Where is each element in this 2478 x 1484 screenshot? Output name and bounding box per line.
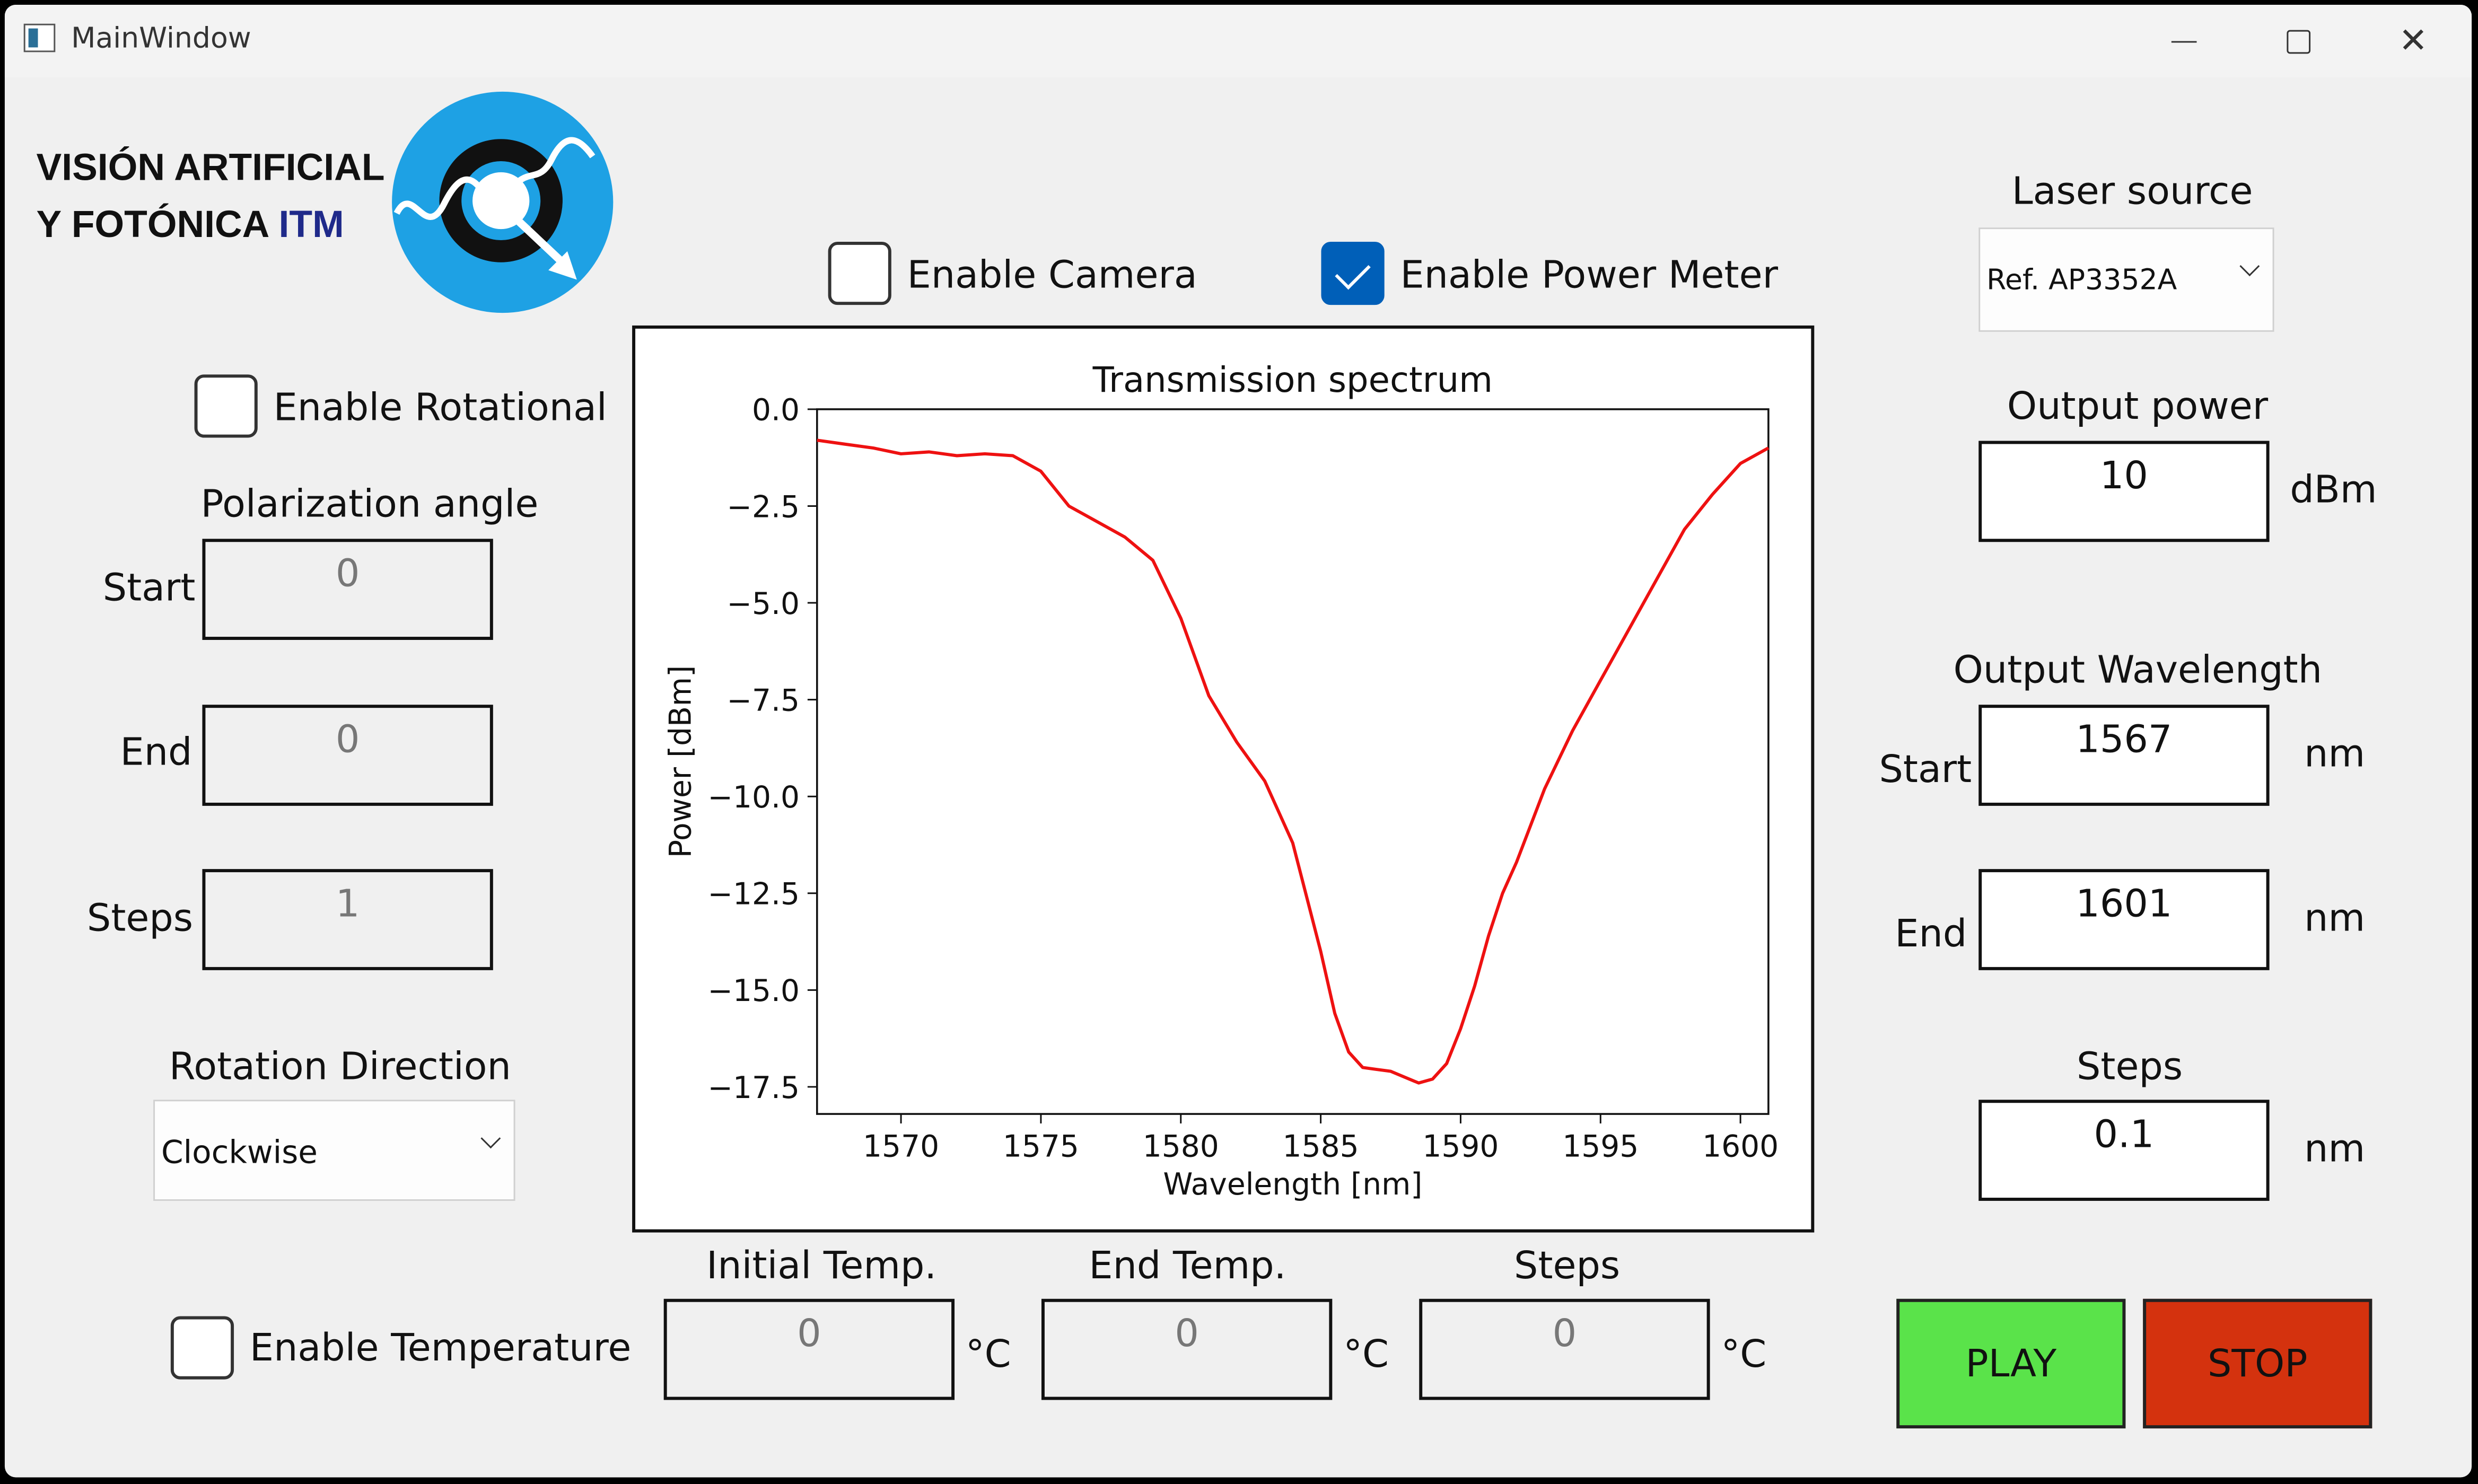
output-power-label: Output power	[2007, 384, 2269, 428]
y-axis-label: Power [dBm]	[663, 665, 698, 858]
end-temp-field[interactable]: 0	[1041, 1298, 1333, 1400]
enable-rotational-label: Enable Rotational	[273, 385, 607, 430]
x-axis-label: Wavelength [nm]	[1163, 1167, 1422, 1202]
temp-steps-field[interactable]: 0	[1419, 1298, 1710, 1400]
end-temp-label: End Temp.	[1089, 1243, 1286, 1288]
logo-line-2: Y FOTÓNICA ITM	[37, 198, 385, 254]
minimize-icon	[2171, 40, 2197, 42]
enable-rotational-checkbox[interactable]	[194, 374, 258, 438]
logo-accent: ITM	[278, 204, 344, 247]
stage: MainWindow ✕ VISIÓN ARTIFICIAL Y FOTÓNIC…	[0, 0, 2478, 1483]
wavelength-steps-label: Steps	[2077, 1044, 2183, 1089]
x-tick-label: 1600	[1702, 1129, 1779, 1164]
y-tick-label: −7.5	[727, 683, 800, 718]
close-icon: ✕	[2398, 21, 2428, 61]
enable-temperature-label: Enable Temperature	[249, 1325, 632, 1370]
output-power-field[interactable]: 10	[1978, 441, 2270, 542]
y-tick-label: −10.0	[708, 780, 800, 815]
rotation-direction-label: Rotation Direction	[169, 1044, 511, 1089]
rotation-direction-value: Clockwise	[161, 1132, 318, 1171]
transmission-spectrum-chart: 1570 1575 1580 1585 1590 1595 1600 0.0 −2.5 −5.0 −…	[663, 360, 1779, 1202]
y-tick-label: −15.0	[708, 973, 800, 1008]
close-button[interactable]: ✕	[2357, 5, 2471, 77]
initial-temp-field[interactable]: 0	[663, 1298, 955, 1400]
enable-camera-checkbox[interactable]	[828, 241, 891, 305]
plot-canvas: 1570 1575 1580 1585 1590 1595 1600 0.0 −2.5 −5.0 −…	[632, 325, 1815, 1233]
logo-text: VISIÓN ARTIFICIAL Y FOTÓNICA ITM	[37, 141, 385, 254]
stop-button[interactable]: STOP	[2143, 1298, 2372, 1429]
laser-source-value: Ref. AP3352A	[1986, 264, 2177, 297]
enable-camera-label: Enable Camera	[907, 252, 1197, 297]
x-tick-label: 1585	[1283, 1129, 1359, 1164]
enable-power-meter-label: Enable Power Meter	[1400, 252, 1779, 297]
logo-line-2-prefix: Y FOTÓNICA	[36, 204, 279, 247]
chart-title: Transmission spectrum	[1092, 360, 1493, 400]
polarization-steps-field[interactable]: 1	[202, 869, 493, 970]
wavelength-start-field[interactable]: 1567	[1978, 705, 2270, 806]
enable-power-meter-checkbox[interactable]	[1321, 241, 1385, 305]
chevron-down-icon	[480, 1128, 501, 1149]
initial-temp-unit: °C	[965, 1332, 1011, 1376]
laser-source-label: Laser source	[2011, 169, 2253, 214]
laser-source-select[interactable]: Ref. AP3352A	[1978, 227, 2274, 332]
temp-steps-label: Steps	[1514, 1243, 1621, 1288]
wavelength-steps-field[interactable]: 0.1	[1978, 1100, 2270, 1201]
logo-emblem-icon	[392, 91, 614, 313]
y-tick-label: −12.5	[708, 877, 800, 912]
wavelength-steps-unit: nm	[2304, 1126, 2366, 1171]
maximize-button[interactable]	[2241, 5, 2355, 77]
rotation-direction-select[interactable]: Clockwise	[153, 1100, 515, 1201]
polarization-angle-title: Polarization angle	[200, 481, 539, 526]
wavelength-end-unit: nm	[2304, 895, 2366, 941]
app-icon	[23, 23, 56, 52]
x-tick-label: 1595	[1562, 1129, 1639, 1164]
polarization-start-field[interactable]: 0	[202, 539, 493, 640]
wavelength-start-label: Start	[1879, 747, 1972, 792]
x-tick-label: 1590	[1422, 1129, 1499, 1164]
logo-line-1: VISIÓN ARTIFICIAL	[36, 147, 385, 190]
minimize-button[interactable]	[2127, 5, 2241, 77]
series-line	[817, 438, 1770, 1085]
enable-temperature-checkbox[interactable]	[170, 1316, 234, 1380]
polarization-start-label: Start	[102, 565, 196, 610]
y-tick-label: −5.0	[727, 586, 800, 621]
play-button[interactable]: PLAY	[1896, 1298, 2126, 1429]
x-tick-label: 1570	[863, 1129, 939, 1164]
polarization-end-label: End	[120, 730, 192, 775]
wavelength-start-unit: nm	[2304, 731, 2366, 776]
wavelength-end-field[interactable]: 1601	[1978, 869, 2270, 970]
title-bar: MainWindow ✕	[4, 4, 2472, 78]
y-tick-label: 0.0	[752, 393, 800, 428]
output-power-unit: dBm	[2290, 468, 2377, 512]
initial-temp-label: Initial Temp.	[706, 1243, 937, 1288]
x-tick-label: 1580	[1143, 1129, 1219, 1164]
main-window: MainWindow ✕ VISIÓN ARTIFICIAL Y FOTÓNIC…	[4, 4, 2472, 1478]
temp-steps-unit: °C	[1721, 1332, 1767, 1376]
maximize-icon	[2286, 29, 2310, 53]
output-wavelength-title: Output Wavelength	[1953, 647, 2323, 692]
end-temp-unit: °C	[1343, 1332, 1389, 1376]
polarization-end-field[interactable]: 0	[202, 705, 493, 806]
window-title: MainWindow	[71, 22, 251, 56]
chevron-down-icon	[2239, 256, 2260, 277]
x-tick-label: 1575	[1003, 1129, 1079, 1164]
y-tick-label: −2.5	[727, 489, 800, 524]
plot-axes-frame	[816, 408, 1770, 1115]
y-tick-label: −17.5	[708, 1070, 800, 1105]
wavelength-end-label: End	[1895, 911, 1967, 956]
polarization-steps-label: Steps	[86, 895, 194, 941]
